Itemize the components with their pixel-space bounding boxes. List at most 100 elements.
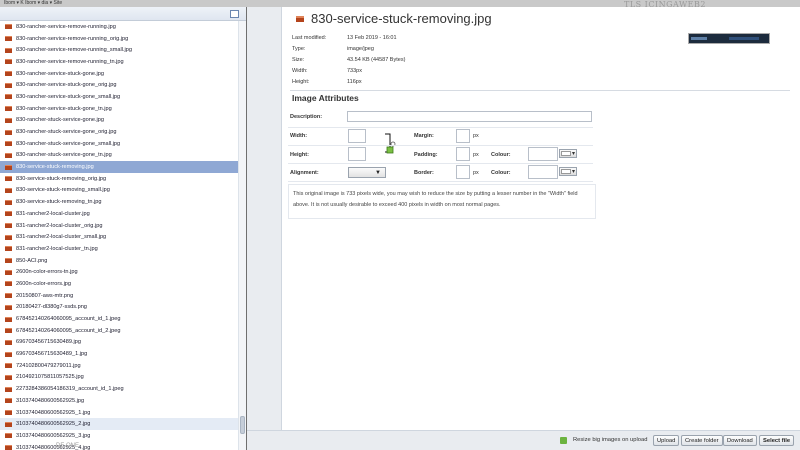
metadata-value: 116px: [347, 78, 362, 85]
file-list-item[interactable]: 696703456715630489_1.jpg: [0, 348, 238, 360]
upload-button[interactable]: Upload: [653, 435, 680, 446]
file-list-item[interactable]: 830-rancher-service-stuck-gone_tn.jpg: [0, 103, 238, 115]
file-name: 830-rancher-service-stuck-gone_tn.jpg: [16, 105, 112, 112]
file-list-item[interactable]: 3103740480600562925_4.jpg: [0, 442, 238, 450]
image-file-icon: [5, 71, 12, 77]
file-list-item[interactable]: 830-rancher-service-remove-running.jpg: [0, 21, 238, 33]
file-list-item[interactable]: 724102800479279011.jpg: [0, 360, 238, 372]
file-name: 2104921075811057525.jpg: [16, 374, 84, 381]
file-list-item[interactable]: 20180427-dl380g7-ssds.png: [0, 302, 238, 314]
image-file-icon: [5, 258, 12, 264]
file-list-item[interactable]: 830-rancher-stuck-service-gone.jpg: [0, 115, 238, 127]
border-colour-input[interactable]: [528, 165, 558, 179]
file-list-item[interactable]: 850-ACI.png: [0, 255, 238, 267]
image-file-icon: [5, 117, 12, 123]
details-pane: 830-service-stuck-removing.jpg Last modi…: [247, 7, 800, 450]
file-list-item[interactable]: 830-rancher-service-stuck-gone_orig.jpg: [0, 79, 238, 91]
height-input[interactable]: [348, 147, 366, 161]
file-list-item[interactable]: 20150807-aws-mtr.png: [0, 290, 238, 302]
file-list: 830-rancher-service-remove-running.jpg 83…: [0, 21, 238, 450]
file-list-item[interactable]: 2600n-color-errors-tn.jpg: [0, 266, 238, 278]
file-list-item[interactable]: 696703456715630489.jpg: [0, 337, 238, 349]
border-input[interactable]: [456, 165, 470, 179]
border-colour-label: Colour:: [491, 170, 511, 176]
file-list-item[interactable]: 3103740480600562925_1.jpg: [0, 407, 238, 419]
border-colour-picker[interactable]: ▾: [559, 167, 577, 176]
download-button[interactable]: Download: [723, 435, 757, 446]
file-list-item[interactable]: 2273284386054186319_account_id_1.jpeg: [0, 383, 238, 395]
width-input[interactable]: [348, 129, 366, 143]
section-divider: [290, 90, 790, 91]
image-file-icon: [5, 445, 12, 450]
create-folder-button[interactable]: Create folder: [681, 435, 723, 446]
file-list-item[interactable]: 830-rancher-service-remove-running_orig.…: [0, 33, 238, 45]
metadata-row: Last modified: 13 Feb 2019 - 16:01: [292, 33, 405, 44]
file-name: 830-service-stuck-removing_orig.jpg: [16, 175, 107, 182]
file-list-item[interactable]: 830-service-stuck-removing_orig.jpg: [0, 173, 238, 185]
image-file-icon: [5, 106, 12, 112]
metadata-value: 43.54 KB (44587 Bytes): [347, 56, 406, 63]
file-list-item[interactable]: 830-rancher-stuck-service-gone_orig.jpg: [0, 126, 238, 138]
metadata-label: Size:: [292, 56, 305, 63]
file-name: 830-rancher-service-remove-running_orig.…: [16, 35, 129, 42]
file-list-item[interactable]: 831-rancher2-local-cluster.jpg: [0, 208, 238, 220]
file-list-item[interactable]: 830-rancher-service-remove-running_small…: [0, 44, 238, 56]
file-title: 830-service-stuck-removing.jpg: [311, 11, 492, 26]
file-list-item[interactable]: 830-rancher-stuck-service-gone_tn.jpg: [0, 150, 238, 162]
file-list-item[interactable]: 830-service-stuck-removing_small.jpg: [0, 185, 238, 197]
image-file-icon: [5, 141, 12, 147]
file-list-item[interactable]: 2104921075811057525.jpg: [0, 372, 238, 384]
file-list-item[interactable]: 2600n-color-errors.jpg: [0, 278, 238, 290]
file-list-item[interactable]: 830-rancher-stuck-service-gone_small.jpg: [0, 138, 238, 150]
file-list-item[interactable]: 830-service-stuck-removing.jpg: [0, 161, 238, 173]
file-list-item[interactable]: 830-rancher-service-remove-running_tn.jp…: [0, 56, 238, 68]
image-file-icon: [5, 293, 12, 299]
file-manager-dialog: 830-rancher-service-remove-running.jpg 83…: [0, 7, 800, 450]
file-list-scrollbar[interactable]: [238, 21, 246, 450]
padding-input[interactable]: [456, 147, 470, 161]
file-list-item[interactable]: 830-service-stuck-removing_tn.jpg: [0, 196, 238, 208]
file-name: 678452140264060095_account_id_1.jpeg: [16, 316, 121, 323]
image-file-icon: [5, 316, 12, 322]
file-list-item[interactable]: 678452140264060095_account_id_2.jpeg: [0, 325, 238, 337]
alignment-select[interactable]: ▼: [348, 167, 386, 178]
file-name: 3103740480600562925_4.jpg: [16, 444, 91, 450]
padding-colour-label: Colour:: [491, 152, 511, 158]
padding-colour-picker[interactable]: ▾: [559, 149, 577, 158]
file-name: 830-rancher-service-remove-running_tn.jp…: [16, 58, 124, 65]
padding-colour-input[interactable]: [528, 147, 558, 161]
image-file-icon: [5, 199, 12, 205]
file-name: 2600n-color-errors-tn.jpg: [16, 269, 78, 276]
select-file-button[interactable]: Select file: [759, 435, 795, 446]
file-name: 831-rancher2-local-cluster.jpg: [16, 210, 90, 217]
resize-on-upload-checkbox[interactable]: [560, 437, 567, 444]
chevron-down-icon: ▾: [571, 151, 575, 157]
file-list-item[interactable]: 3103740480600562925.jpg: [0, 395, 238, 407]
file-name: 830-rancher-service-stuck-gone_orig.jpg: [16, 82, 117, 89]
file-name: 830-service-stuck-removing.jpg: [16, 164, 94, 171]
file-list-item[interactable]: 831-rancher2-local-cluster_orig.jpg: [0, 220, 238, 232]
margin-input[interactable]: [456, 129, 470, 143]
file-list-item[interactable]: 3103740480600562925_2.jpg: [0, 418, 238, 431]
file-list-item[interactable]: 830-rancher-service-stuck-gone_small.jpg: [0, 91, 238, 103]
file-list-item[interactable]: 831-rancher2-local-cluster_small.jpg: [0, 231, 238, 243]
description-input[interactable]: [347, 111, 592, 122]
file-list-item[interactable]: 678452140264060095_account_id_1.jpeg: [0, 313, 238, 325]
lock-aspect-ratio-icon[interactable]: [384, 133, 396, 155]
image-file-icon: [5, 47, 12, 53]
metadata-label: Type:: [292, 46, 306, 53]
metadata-row: Width: 733px: [292, 65, 405, 76]
file-list-item[interactable]: 3103740480600562925_3.jpg: [0, 430, 238, 442]
refresh-icon[interactable]: [230, 10, 239, 18]
scrollbar-thumb[interactable]: [240, 416, 245, 434]
file-name: 3103740480600562925.jpg: [16, 397, 85, 404]
file-list-item[interactable]: 831-rancher2-local-cluster_tn.jpg: [0, 243, 238, 255]
margin-unit: px: [473, 133, 479, 139]
file-browser-pane: 830-rancher-service-remove-running.jpg 83…: [0, 7, 274, 450]
file-list-item[interactable]: 830-rancher-service-stuck-gone.jpg: [0, 68, 238, 80]
metadata-row: Type: image/jpeg: [292, 44, 405, 55]
chevron-down-icon: ▼: [375, 170, 381, 176]
file-name: 830-rancher-service-remove-running.jpg: [16, 23, 116, 30]
image-file-icon: [5, 421, 12, 427]
file-name: 696703456715630489.jpg: [16, 339, 82, 346]
